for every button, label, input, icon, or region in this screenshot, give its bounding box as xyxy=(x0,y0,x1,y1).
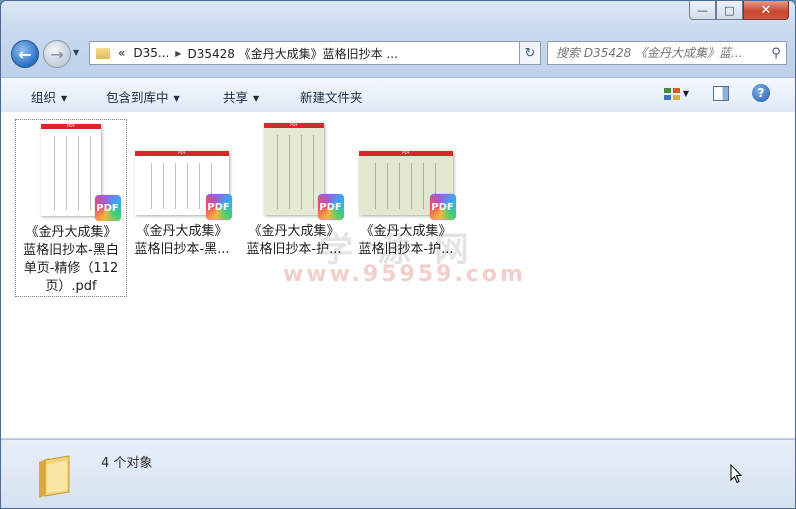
share-button[interactable]: 共享 ▼ xyxy=(223,87,259,106)
file-list[interactable]: 学 源 网 www.95959.com PDF PDF 《金丹大成集》 蓝格旧抄… xyxy=(1,112,795,438)
share-label: 共享 xyxy=(223,90,249,105)
help-icon[interactable]: ? xyxy=(752,84,770,102)
include-library-label: 包含到库中 xyxy=(106,90,169,105)
include-library-button[interactable]: 包含到库中 ▼ xyxy=(106,87,180,106)
new-folder-button[interactable]: 新建文件夹 xyxy=(300,87,363,106)
folder-icon xyxy=(96,47,110,59)
file-thumbnail: PDF PDF xyxy=(247,119,344,220)
breadcrumb-overflow[interactable]: « xyxy=(118,46,125,60)
pdf-page-preview: PDF xyxy=(264,122,324,215)
address-bar[interactable]: « D35... ▶ D35428 《金丹大成集》蓝格旧抄本 ... ▼ xyxy=(89,41,541,65)
file-item[interactable]: PDF PDF 《金丹大成集》 蓝格旧抄本-护... xyxy=(351,119,461,259)
command-bar: 组织 ▼ 包含到库中 ▼ 共享 ▼ 新建文件夹 ▼ ? xyxy=(1,77,795,113)
close-button[interactable]: ✕ xyxy=(743,1,789,20)
file-item[interactable]: PDF PDF 《金丹大成集》 蓝格旧抄本-护... xyxy=(239,119,349,259)
item-count: 4 个对象 xyxy=(101,456,153,471)
refresh-icon[interactable]: ↻ xyxy=(519,41,541,65)
file-name-line: 页）.pdf xyxy=(45,279,97,294)
file-item[interactable]: PDF PDF 《金丹大成集》 蓝格旧抄本-黑白 单页-精修（112 页）.pd… xyxy=(15,119,127,297)
file-thumbnail: PDF PDF xyxy=(24,120,121,221)
forward-arrow-icon[interactable]: → xyxy=(43,40,71,68)
chevron-down-icon: ▼ xyxy=(253,94,260,103)
caption-buttons: — □ ✕ xyxy=(689,1,789,20)
search-input[interactable] xyxy=(554,45,766,61)
organize-label: 组织 xyxy=(31,90,57,105)
maximize-button[interactable]: □ xyxy=(716,1,743,20)
file-name-line: 单页-精修（112 xyxy=(23,261,119,276)
file-name: 《金丹大成集》 蓝格旧抄本-黑... xyxy=(127,223,237,259)
file-name-line: 蓝格旧抄本-护... xyxy=(358,242,454,257)
preview-pane-icon[interactable] xyxy=(713,86,729,101)
view-dropdown-icon[interactable]: ▼ xyxy=(683,89,689,98)
file-thumbnail: PDF PDF xyxy=(359,119,456,220)
file-name-line: 《金丹大成集》 xyxy=(136,224,228,239)
file-name: 《金丹大成集》 蓝格旧抄本-黑白 单页-精修（112 页）.pdf xyxy=(16,224,126,296)
back-arrow-icon[interactable]: ← xyxy=(11,40,39,68)
page-text-lines xyxy=(270,135,318,209)
breadcrumb-parent[interactable]: D35... xyxy=(133,46,169,60)
search-box[interactable]: ⚲ xyxy=(547,41,787,65)
page-text-lines xyxy=(47,136,95,210)
details-pane: 4 个对象 xyxy=(1,439,795,508)
file-name-line: 蓝格旧抄本-护... xyxy=(246,242,342,257)
navigation-bar: ← → ▼ « D35... ▶ D35428 《金丹大成集》蓝格旧抄本 ...… xyxy=(9,38,787,68)
file-thumbnail: PDF PDF xyxy=(135,119,232,220)
organize-button[interactable]: 组织 ▼ xyxy=(31,87,67,106)
view-options-icon[interactable] xyxy=(663,86,681,102)
file-name-line: 《金丹大成集》 xyxy=(25,225,117,240)
breadcrumb-current[interactable]: D35428 《金丹大成集》蓝格旧抄本 ... xyxy=(187,45,398,62)
mouse-pointer-icon xyxy=(730,464,742,484)
file-name: 《金丹大成集》 蓝格旧抄本-护... xyxy=(351,223,461,259)
watermark-url: www.95959.com xyxy=(283,262,526,287)
file-name-line: 蓝格旧抄本-黑... xyxy=(134,242,230,257)
pdf-page-band-label: PDF xyxy=(290,122,298,127)
pdf-page-band-label: PDF xyxy=(178,150,186,155)
folder-icon xyxy=(39,455,70,498)
pdf-page-band: PDF xyxy=(359,150,453,156)
explorer-window: — □ ✕ ← → ▼ « D35... ▶ D35428 《金丹大成集》蓝格旧… xyxy=(0,0,796,509)
pdf-page-band: PDF xyxy=(41,123,101,129)
pdf-file-icon: PDF xyxy=(429,194,456,220)
pdf-page-band: PDF xyxy=(264,122,324,128)
pdf-page-band-label: PDF xyxy=(402,150,410,155)
pdf-page-preview: PDF xyxy=(41,123,101,216)
file-name-line: 蓝格旧抄本-黑白 xyxy=(23,243,119,258)
chevron-down-icon: ▼ xyxy=(61,94,68,103)
history-dropdown-icon[interactable]: ▼ xyxy=(73,48,79,57)
pdf-file-icon: PDF xyxy=(205,194,232,220)
minimize-button[interactable]: — xyxy=(689,1,716,20)
pdf-file-icon: PDF xyxy=(94,195,121,221)
file-name-line: 《金丹大成集》 xyxy=(360,224,452,239)
chevron-down-icon: ▼ xyxy=(173,94,180,103)
pdf-page-band: PDF xyxy=(135,150,229,156)
pdf-page-band-label: PDF xyxy=(67,123,75,128)
file-item[interactable]: PDF PDF 《金丹大成集》 蓝格旧抄本-黑... xyxy=(127,119,237,259)
chevron-right-icon[interactable]: ▶ xyxy=(175,49,181,58)
file-name-line: 《金丹大成集》 xyxy=(248,224,340,239)
magnifier-icon[interactable]: ⚲ xyxy=(766,46,786,61)
file-name: 《金丹大成集》 蓝格旧抄本-护... xyxy=(239,223,349,259)
pdf-file-icon: PDF xyxy=(317,194,344,220)
